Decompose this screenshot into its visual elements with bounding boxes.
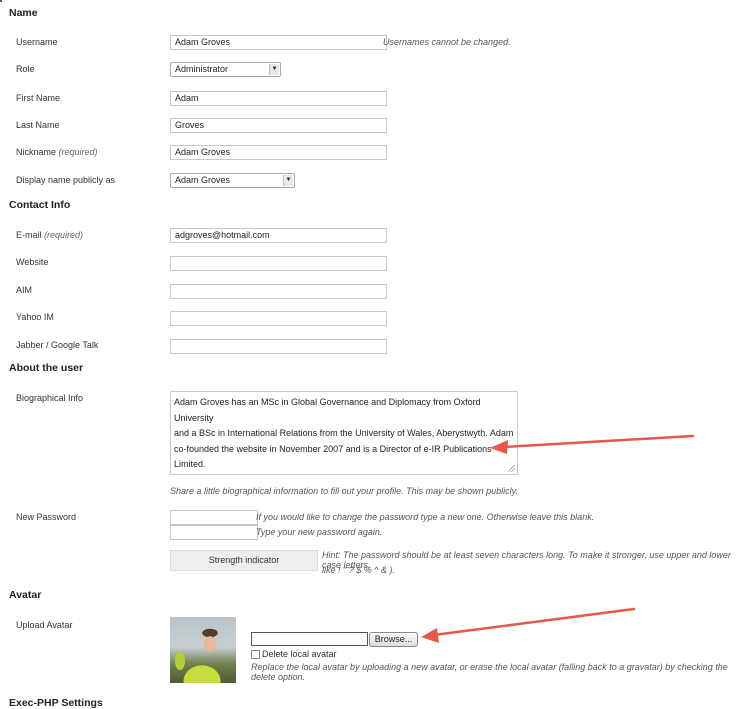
arrow-left-icon — [421, 607, 636, 643]
annotation-layer — [421, 434, 695, 643]
arrow-left-icon — [490, 434, 695, 454]
